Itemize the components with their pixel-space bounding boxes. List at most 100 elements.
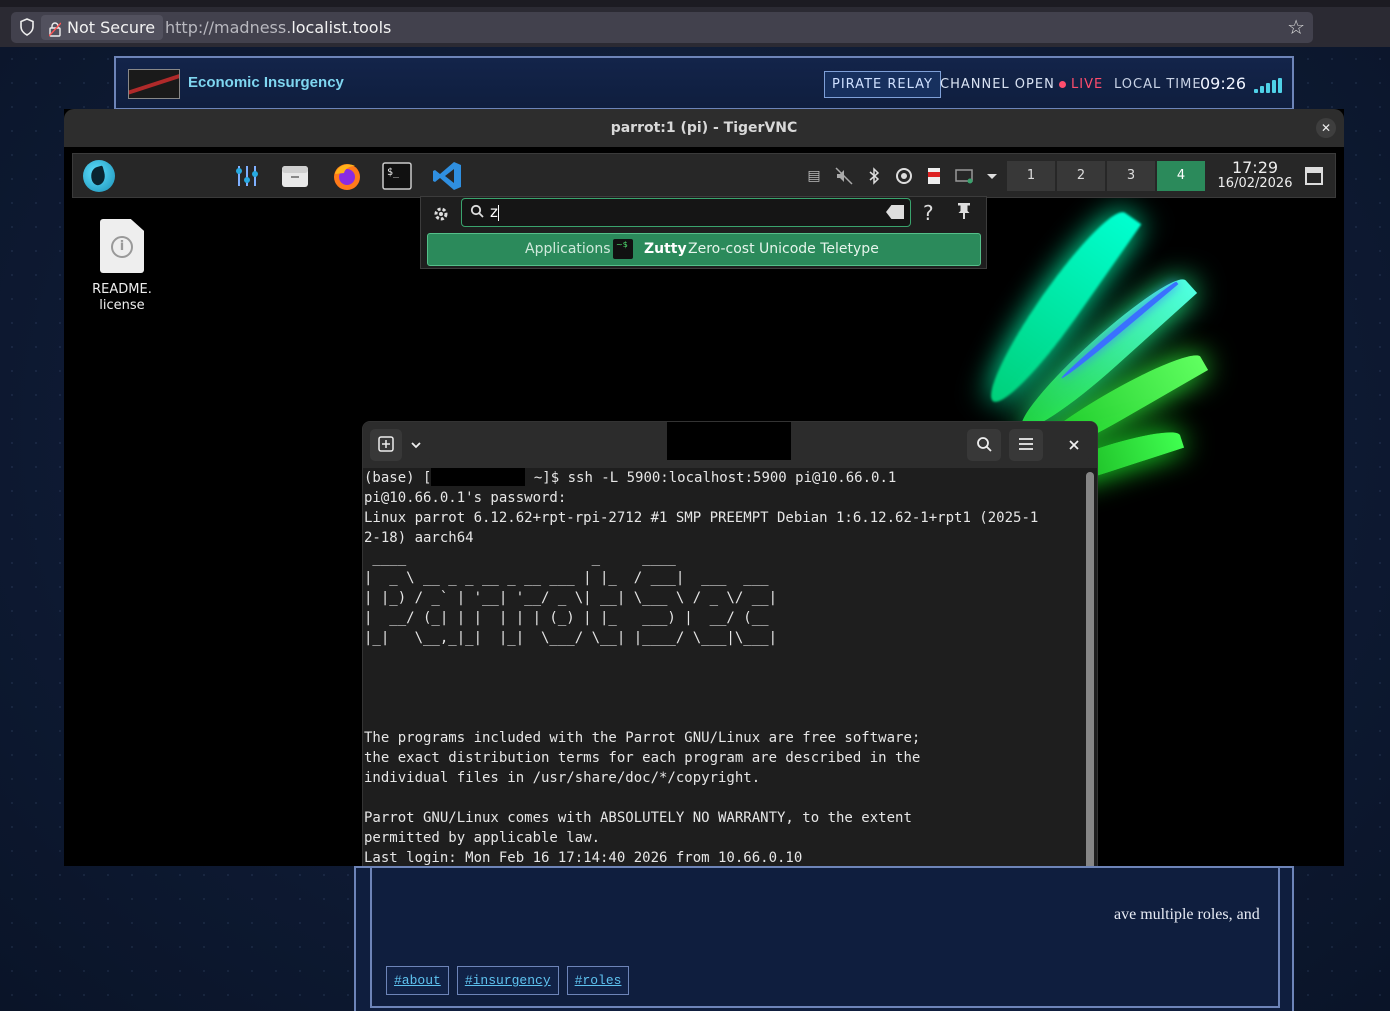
terminal-search-icon[interactable] [967,429,1001,461]
parrot-menu-icon[interactable] [83,160,115,192]
terminal-icon[interactable]: $_ [381,160,413,192]
live-dot-icon [1059,81,1066,88]
term-line: individual files in /usr/share/doc/*/cop… [364,770,761,786]
terminal-window: (base) [ ~]$ ssh -L 5900:localhost:5900 … [362,421,1098,866]
live-label: LIVE [1071,77,1104,92]
local-time-label: LOCAL TIME [1114,77,1202,92]
article-card: ave multiple roles, and #about #insurgen… [354,866,1294,1011]
terminal-output[interactable]: (base) [ ~]$ ssh -L 5900:localhost:5900 … [363,468,1085,866]
channel-status: CHANNEL OPEN [940,77,1055,92]
pirate-relay-button[interactable]: PIRATE RELAY [824,71,941,98]
volume-muted-icon[interactable] [835,167,853,185]
term-line: (base) [ [364,470,432,486]
ascii-banner-line: | __/ (_| | | | | | (_) | |_ ___) | __/ … [364,610,769,626]
workspace-1[interactable]: 1 [1007,161,1055,191]
site-logo[interactable] [128,69,180,99]
term-line: The programs included with the Parrot GN… [364,730,921,746]
term-line: Linux parrot 6.12.62+rpt-rpi-2712 #1 SMP… [364,510,1039,526]
site-title[interactable]: Economic Insurgency [188,74,344,91]
url-prefix: http://madness. [165,18,292,37]
result-app-description: Zero-cost Unicode Teletype [688,241,879,257]
search-icon [470,204,486,220]
readme-file-label[interactable]: README. license [80,282,164,314]
vscode-icon[interactable] [431,160,463,192]
clock-date: 16/02/2026 [1217,176,1293,191]
brightness-icon[interactable] [895,167,913,185]
terminal-title-redacted [667,422,791,460]
ascii-banner-line: | |_) / _` | '__| '__/ _ \| __| \___ \ /… [364,590,778,606]
term-line: the exact distribution terms for each pr… [364,750,921,766]
display-icon[interactable] [955,167,973,185]
desktop-panel: $_ ▤ 1 2 3 4 17:29 16/02/2026 [72,153,1336,198]
tag-about[interactable]: #about [386,966,449,995]
info-icon: i [111,236,133,258]
not-secure-label: Not Secure [67,18,156,37]
bluetooth-icon[interactable] [865,167,883,185]
term-line: Parrot GNU/Linux comes with ABSOLUTELY N… [364,810,912,826]
file-label-line2: license [99,298,145,313]
terminal-close-icon[interactable] [1059,429,1089,461]
terminal-scrollbar[interactable] [1086,472,1094,866]
sd-card-icon[interactable] [925,167,943,185]
ascii-banner-line: |_| \__,_|_| |_| \___/ \__| |____/ \___|… [364,630,778,646]
launcher-result-item[interactable]: Applications ~$ Zutty Zero-cost Unicode … [427,233,981,266]
result-app-name: Zutty [644,241,687,257]
tag-insurgency[interactable]: #insurgency [456,966,559,995]
tab-menu-chevron-icon[interactable] [402,429,430,461]
tray-expand-icon[interactable] [983,167,1001,185]
firefox-icon[interactable] [331,160,363,192]
vnc-titlebar[interactable]: parrot:1 (pi) - TigerVNC [64,109,1344,147]
article-text-fragment: ave multiple roles, and [1114,906,1260,923]
file-label-line1: README. [92,282,152,297]
help-icon[interactable]: ? [923,201,934,225]
result-category: Applications [525,241,611,257]
show-desktop-icon[interactable] [1305,167,1323,185]
app-launcher: z ? Applications ~$ Zutty Zero-cost Unic… [420,196,987,269]
site-header: Economic Insurgency PIRATE RELAY CHANNEL… [114,56,1294,110]
term-line: 2-18) aarch64 [364,530,474,546]
svg-text:$_: $_ [387,167,400,178]
ascii-banner-line: | _ \ __ _ _ __ _ __ ___ | |_ / ___| ___… [364,570,769,586]
bookmark-star-icon[interactable]: ☆ [1287,16,1305,38]
settings-mixer-icon[interactable] [231,160,263,192]
tag-roles[interactable]: #roles [566,966,630,995]
term-line: pi@10.66.0.1's password: [364,490,567,506]
pin-icon[interactable] [957,202,971,224]
tag-list: #about #insurgency #roles [386,966,630,995]
terminal-headerbar[interactable] [363,422,1097,468]
tigervnc-window: parrot:1 (pi) - TigerVNC ✕ $_ ▤ 1 2 3 4 … [64,109,1344,866]
clipboard-icon[interactable]: ▤ [805,167,823,185]
workspace-3[interactable]: 3 [1107,161,1155,191]
ascii-banner-line: ____ _ ____ [364,550,676,566]
insecure-lock-icon [48,19,62,37]
file-manager-icon[interactable] [279,160,311,192]
text-caret [498,205,499,221]
clear-input-icon[interactable] [886,205,904,219]
workspace-4[interactable]: 4 [1157,161,1205,191]
article-inner-frame: ave multiple roles, and #about #insurgen… [370,868,1280,1008]
vnc-window-title: parrot:1 (pi) - TigerVNC [610,120,798,136]
url-text[interactable]: http://madness.localist.tools [165,12,391,43]
local-time: 09:26 [1200,74,1247,93]
vnc-close-button[interactable]: ✕ [1316,118,1336,138]
signal-bars-icon [1254,78,1284,93]
workspace-2[interactable]: 2 [1057,161,1105,191]
shield-icon[interactable] [18,18,36,36]
url-domain: localist.tools [291,18,392,37]
not-secure-badge[interactable]: Not Secure [41,15,164,40]
terminal-menu-icon[interactable] [1009,429,1043,461]
browser-toolbar: Not Secure http://madness.localist.tools… [0,0,1390,47]
clock-time: 17:29 [1231,158,1279,177]
readme-file-icon[interactable]: i [100,219,144,273]
panel-clock[interactable]: 17:29 16/02/2026 [1215,159,1295,191]
new-tab-icon[interactable] [370,429,402,461]
launcher-settings-gear-icon[interactable] [431,205,451,225]
launcher-search-input[interactable]: z [461,198,911,227]
url-bar[interactable]: Not Secure http://madness.localist.tools… [11,12,1313,43]
zutty-app-icon: ~$ [613,239,633,259]
redacted-hostname [431,468,526,486]
search-query: z [490,203,498,221]
remote-desktop[interactable]: $_ ▤ 1 2 3 4 17:29 16/02/2026 i README. … [64,147,1344,866]
term-line: Last login: Mon Feb 16 17:14:40 2026 fro… [364,850,803,866]
term-line: permitted by applicable law. [364,830,601,846]
